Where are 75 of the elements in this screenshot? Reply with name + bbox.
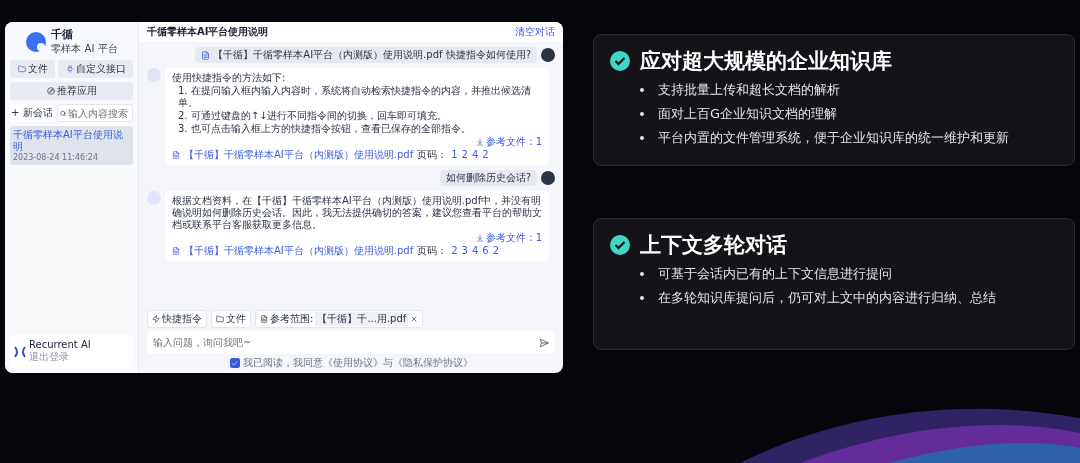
- feature-point: 面对上百G企业知识文档的理解: [658, 105, 838, 123]
- reference-link[interactable]: 参考文件：1: [475, 232, 542, 244]
- scope-label: 参考范围:: [270, 312, 314, 326]
- question-input[interactable]: 输入问题，询问我吧~: [147, 331, 555, 354]
- feature-title: 应对超大规模的企业知识库: [640, 48, 892, 75]
- account-name: Recurrent AI: [29, 339, 91, 350]
- page-link[interactable]: 2: [461, 149, 468, 161]
- feature-point: 可基于会话内已有的上下文信息进行提问: [658, 265, 892, 283]
- document-icon: [260, 315, 268, 323]
- feature-point: 在多轮知识库提问后，仍可对上文中的内容进行归纳、总结: [658, 289, 996, 307]
- feature-point: 支持批量上传和超长文档的解析: [658, 81, 840, 99]
- agreement-checkbox[interactable]: [229, 358, 240, 368]
- user-avatar: [541, 171, 555, 185]
- sidebar-button[interactable]: 自定义接口: [58, 60, 133, 78]
- page-link[interactable]: 2: [451, 245, 458, 257]
- plug-icon: [65, 65, 74, 73]
- new-chat-button[interactable]: + 新会话: [10, 104, 54, 122]
- bullet-icon: [640, 88, 644, 92]
- download-icon: [475, 138, 484, 146]
- feature-title: 上下文多轮对话: [640, 232, 787, 259]
- answer-item: 3. 也可点击输入框上方的快捷指令按钮，查看已保存的全部指令。: [177, 123, 472, 135]
- page-label: 页码：: [417, 149, 448, 161]
- logout-link[interactable]: 退出登录: [29, 350, 91, 364]
- send-icon: [539, 337, 549, 348]
- source-link[interactable]: 【千循】千循零样本AI平台（内测版）使用说明.pdf: [184, 149, 414, 161]
- search-field[interactable]: 输入内容搜索: [56, 104, 133, 122]
- download-icon: [475, 234, 484, 242]
- session-item[interactable]: 千循零样本AI平台使用说明 2023-08-24 11:46:24: [10, 126, 133, 165]
- logo-icon: [25, 30, 48, 53]
- feature-point: 平台内置的文件管理系统，便于企业知识库的统一维护和更新: [658, 129, 1009, 147]
- search-icon: [59, 109, 66, 117]
- document-icon: [172, 151, 180, 159]
- session-title: 千循零样本AI平台使用说明: [13, 129, 124, 152]
- bolt-icon: [152, 315, 160, 323]
- document-icon: [201, 50, 211, 60]
- bullet-icon: [640, 296, 644, 300]
- user-avatar: [541, 48, 555, 62]
- source-link[interactable]: 【千循】千循零样本AI平台（内测版）使用说明.pdf: [184, 245, 414, 257]
- page-link[interactable]: 6: [482, 245, 489, 257]
- answer-item: 2. 可通过键盘的↑↓进行不同指令间的切换，回车即可填充。: [177, 110, 449, 122]
- user-message: 【千循】千循零样本AI平台（内测版）使用说明.pdf 快捷指令如何使用?: [195, 47, 537, 63]
- bullet-icon: [640, 272, 644, 276]
- page-link[interactable]: 4: [471, 245, 479, 257]
- check-icon: [610, 51, 630, 71]
- bullet-icon: [640, 136, 644, 140]
- chat-title: 千循零样本AI平台使用说明: [147, 25, 269, 39]
- page-link[interactable]: 3: [461, 245, 468, 257]
- session-time: 2023-08-24 11:46:24: [13, 153, 99, 162]
- user-message: 如何删除历史会话?: [439, 170, 537, 186]
- close-icon: [410, 315, 419, 323]
- agreement-text: 我已阅读，我同意《使用协议》与《隐私保护协议》: [242, 356, 473, 370]
- scope-tag: 【千循】千...用.pdf: [315, 312, 409, 326]
- folder-icon: [17, 65, 26, 73]
- brand-name: 千循: [51, 27, 75, 42]
- check-icon: [610, 235, 630, 255]
- page-link[interactable]: 1: [451, 149, 458, 161]
- answer-item: 1. 在提问输入框内输入内容时，系统将自动检索快捷指令的内容，并推出候选清单。: [177, 85, 532, 109]
- document-icon: [172, 247, 180, 255]
- brand-tagline: 零样本 AI 平台: [51, 42, 118, 56]
- shortcut-button[interactable]: 快捷指令: [147, 310, 207, 328]
- account-logo-icon: [14, 345, 26, 358]
- page-label: 页码：: [417, 245, 448, 257]
- page-link[interactable]: 2: [482, 149, 489, 161]
- answer-text: 根据文档资料，在【千循】千循零样本AI平台（内测版）使用说明.pdf中，并没有明确说明如何删除历史会话。因此，我无法提供确切的答案，建议您查看平台的帮助文档或联系平台客服获取更多信息。: [172, 195, 542, 231]
- file-button[interactable]: 文件: [211, 310, 251, 328]
- reference-link[interactable]: 参考文件：1: [475, 136, 542, 148]
- recommend-button[interactable]: 推荐应用: [10, 82, 133, 100]
- sidebar-button[interactable]: 文件: [10, 60, 55, 78]
- page-link[interactable]: 4: [471, 149, 479, 161]
- bullet-icon: [640, 112, 644, 116]
- scope-selector[interactable]: 参考范围: 【千循】千...用.pdf: [255, 310, 424, 328]
- page-link[interactable]: 2: [492, 245, 500, 257]
- clear-link[interactable]: 清空对话: [515, 25, 555, 39]
- answer-text: 使用快捷指令的方法如下:: [172, 72, 287, 84]
- folder-icon: [216, 315, 224, 323]
